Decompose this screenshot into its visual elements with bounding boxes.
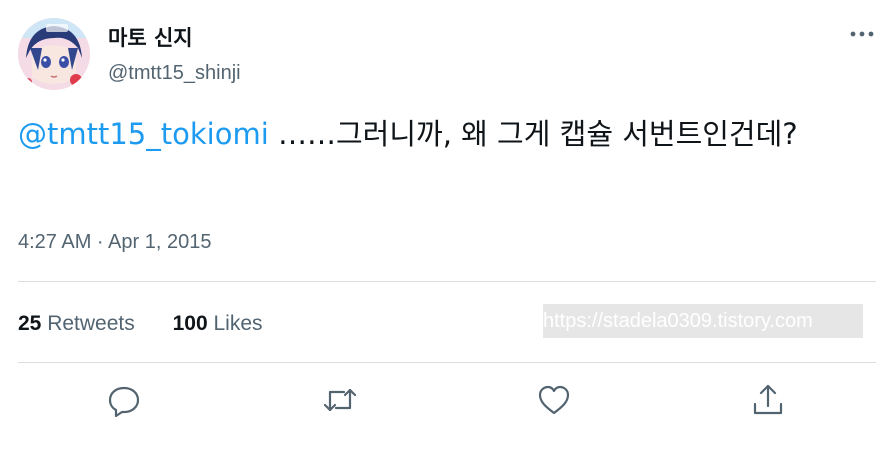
divider [18, 281, 876, 282]
more-dots-icon [850, 31, 874, 37]
heart-icon [538, 385, 570, 415]
avatar[interactable] [18, 18, 90, 90]
reply-button[interactable] [104, 380, 144, 420]
share-icon [753, 384, 783, 415]
likes-count: 100 [172, 312, 208, 335]
likes-label: Likes [213, 312, 263, 335]
display-name[interactable]: 마토 신지 [108, 24, 193, 52]
retweet-button[interactable] [320, 380, 360, 420]
mention-link[interactable]: @tmtt15_tokiomi [18, 117, 269, 151]
user-handle[interactable]: @tmtt15_shinji [108, 60, 241, 86]
more-options-button[interactable] [844, 20, 880, 48]
watermark: https://stadela0309.tistory.com [543, 304, 863, 338]
retweets-label: Retweets [47, 312, 135, 335]
tweet-text: @tmtt15_tokiomi ……그러니까, 왜 그게 캡슐 서번트인건데? [18, 112, 876, 156]
tweet-body: ……그러니까, 왜 그게 캡슐 서번트인건데? [268, 117, 798, 151]
retweet-icon [323, 388, 357, 412]
avatar-image [18, 18, 90, 90]
retweets-count: 25 [18, 312, 42, 335]
retweets-stat[interactable]: 25 Retweets [18, 310, 135, 338]
like-button[interactable] [534, 380, 574, 420]
tweet-timestamp[interactable]: 4:27 AM · Apr 1, 2015 [18, 229, 211, 255]
share-button[interactable] [748, 380, 788, 420]
tweet-stats: 25 Retweets 100 Likes [18, 310, 263, 338]
likes-stat[interactable]: 100 Likes [173, 310, 263, 338]
divider [18, 362, 876, 363]
reply-icon [108, 386, 140, 418]
